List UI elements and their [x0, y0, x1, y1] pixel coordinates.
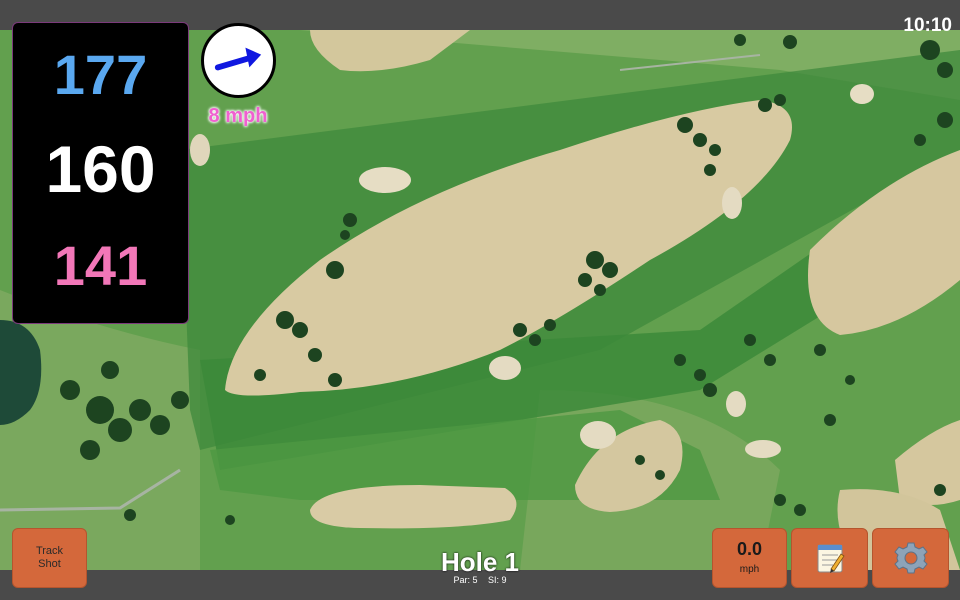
hole-par: Par: 5 [453, 575, 478, 585]
front-distance: 141 [53, 234, 148, 297]
gear-icon [893, 542, 928, 574]
hole-info: Hole 1 Par: 5 SI: 9 [380, 549, 580, 587]
speed-button[interactable]: 0.0 mph [712, 528, 787, 588]
wind-arrow-icon [214, 47, 262, 71]
track-shot-label-line1: Track [35, 544, 64, 557]
settings-button[interactable] [872, 528, 949, 588]
clock-time: 10:10 [903, 15, 952, 36]
hole-title: Hole 1 [440, 547, 520, 577]
wind-speed-label: 8 mph [208, 105, 268, 127]
center-distance: 160 [45, 132, 156, 206]
distance-panel[interactable]: 177 160 141 [12, 22, 189, 324]
speed-value: 0.0 [736, 539, 763, 559]
speed-unit: mph [739, 564, 760, 575]
notepad-icon [817, 544, 845, 573]
wind-direction-dial [201, 23, 276, 98]
track-shot-button[interactable]: Track Shot [12, 528, 87, 588]
track-shot-label-line2: Shot [38, 558, 61, 570]
notes-button[interactable] [791, 528, 868, 588]
hole-stroke-index: SI: 9 [488, 575, 507, 585]
back-distance: 177 [53, 43, 148, 106]
hole-meta: Par: 5 SI: 9 [380, 575, 580, 587]
